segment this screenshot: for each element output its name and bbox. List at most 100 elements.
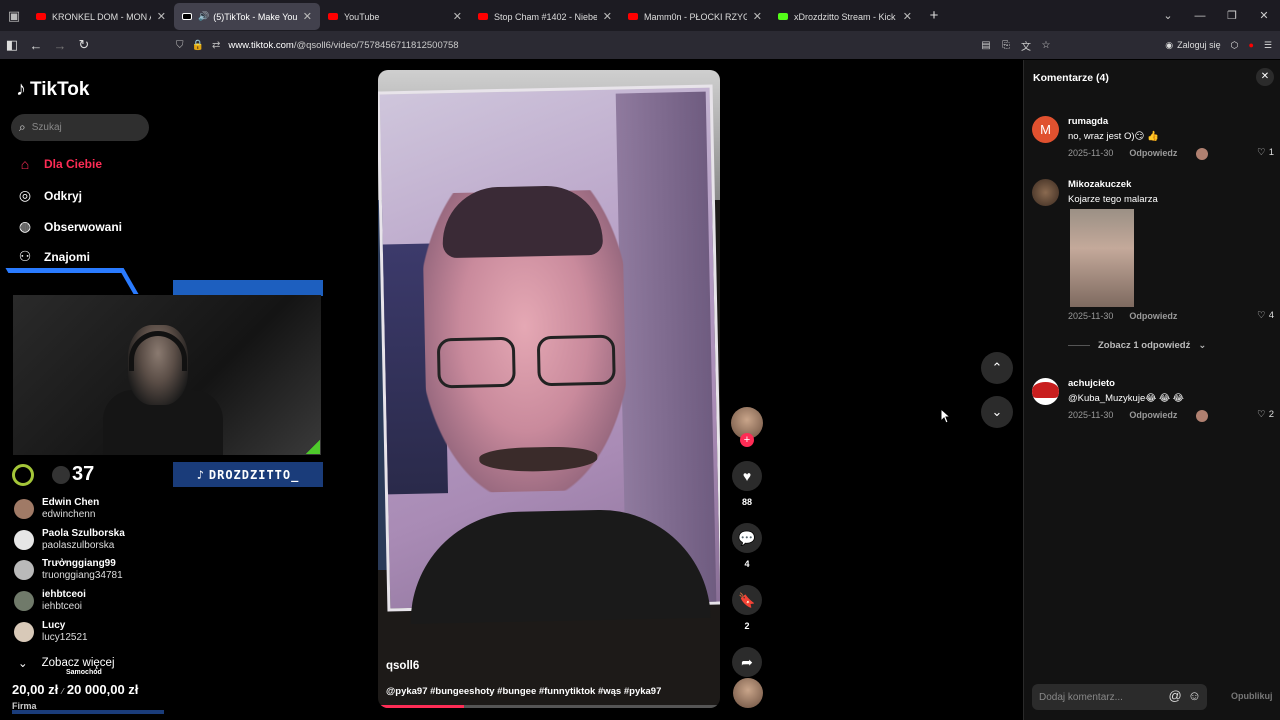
reply-button[interactable]: Odpowiedz	[1129, 410, 1177, 420]
creator-avatar[interactable]: +	[731, 407, 763, 447]
back-icon[interactable]: ←	[24, 38, 48, 53]
comment-username[interactable]: achujcieto	[1068, 378, 1115, 389]
following-item[interactable]: Lucy lucy12521	[14, 620, 88, 644]
browser-tab[interactable]: Stop Cham #1402 - Niebez ✕	[470, 3, 620, 30]
lock-icon[interactable]: 🔒	[192, 40, 204, 51]
close-tab-icon[interactable]: ✕	[453, 10, 462, 23]
reply-button[interactable]: Odpowiedz	[1129, 311, 1177, 321]
extensions-icon[interactable]: ⬡	[1231, 40, 1239, 51]
browser-tab[interactable]: xDrozdzitto Stream - Kick Dash ✕	[770, 3, 920, 30]
avatar[interactable]	[1032, 179, 1059, 206]
new-tab-button[interactable]: +	[920, 7, 948, 24]
video-actions: + ♥ 88 💬 4 🔖 2 ➦ 3	[731, 407, 763, 693]
following-item[interactable]: Paola Szulborska paolaszulborska	[14, 528, 125, 552]
reader-view-icon[interactable]: ▤	[976, 40, 996, 51]
following-name: iehbtceoi	[42, 589, 86, 600]
sidebar-item-for-you[interactable]: ⌂ Dla Ciebie	[16, 156, 102, 172]
permissions-icon[interactable]: ⇄	[212, 40, 220, 51]
video-frame-portrait	[378, 84, 720, 624]
avatar[interactable]	[1032, 378, 1059, 405]
see-more-button[interactable]: ⌄ Zobacz więcej	[18, 656, 115, 670]
close-window-icon[interactable]: ✕	[1248, 9, 1280, 22]
comment-like-button[interactable]: ♡ 2	[1257, 409, 1274, 420]
account-icon: ◉	[1165, 39, 1174, 50]
sidebar-item-friends[interactable]: ⚇ Znajomi	[16, 248, 90, 265]
reply-button[interactable]: Odpowiedz	[1129, 148, 1177, 158]
browser-tab[interactable]: KRONKEL DOM - MON AMI - Y ✕	[28, 3, 174, 30]
reload-icon[interactable]: ↻	[72, 37, 96, 53]
comment-like-button[interactable]: ♡ 4	[1257, 310, 1274, 321]
url-host: www.tiktok.com	[228, 39, 294, 51]
chevron-down-icon: ⌄	[18, 658, 28, 670]
previous-video-button[interactable]: ⌃	[981, 352, 1013, 384]
close-tab-icon[interactable]: ✕	[303, 10, 312, 23]
browser-tab[interactable]: Mamm0n - PŁOCKI RZYGOŁAJ | ✕	[620, 3, 770, 30]
replies-divider	[1068, 345, 1090, 346]
mention-icon[interactable]: @	[1169, 688, 1182, 703]
comment-image[interactable]	[1070, 209, 1134, 307]
add-comment-input[interactable]: Dodaj komentarz... @ ☺	[1032, 684, 1207, 710]
share-arrow-icon: ➦	[732, 647, 762, 677]
following-handle: iehbtceoi	[42, 601, 83, 612]
video-author[interactable]: qsoll6	[386, 660, 419, 672]
comment-meta: 2025-11-30 Odpowiedz	[1068, 410, 1177, 420]
see-replies-button[interactable]: Zobacz 1 odpowiedź ⌄	[1068, 340, 1206, 351]
sidebar-item-following[interactable]: ◍ Obserwowani	[16, 218, 122, 235]
forward-icon[interactable]: →	[48, 38, 72, 53]
browser-tab-active[interactable]: 🔊 (5)TikTok - Make Your Day ✕	[174, 3, 320, 30]
video-caption[interactable]: @pyka97 #bungeeshoty #bungee #funnytikto…	[386, 686, 661, 697]
next-video-button[interactable]: ⌄	[981, 396, 1013, 428]
search-icon: ⌕	[19, 120, 26, 134]
overlay-stats: 37	[12, 463, 94, 486]
minimize-icon[interactable]: —	[1184, 10, 1216, 22]
music-disc-avatar[interactable]	[733, 678, 763, 708]
sidebar-toggle-icon[interactable]: ◧	[0, 37, 24, 53]
creator-liked-icon	[1196, 148, 1208, 160]
sidebar-item-explore[interactable]: ◎ Odkryj	[16, 187, 82, 204]
comment-button[interactable]: 💬 4	[731, 523, 763, 569]
follow-plus-icon[interactable]: +	[740, 433, 754, 447]
save-button[interactable]: 🔖 2	[731, 585, 763, 631]
comment-meta: 2025-11-30 Odpowiedz	[1068, 311, 1177, 321]
close-tab-icon[interactable]: ✕	[903, 10, 912, 23]
maximize-icon[interactable]: ❐	[1216, 9, 1248, 22]
following-item[interactable]: Edwin Chen edwinchenn	[14, 497, 99, 521]
comment-username[interactable]: rumagda	[1068, 116, 1108, 127]
avatar	[14, 591, 34, 611]
avatar[interactable]: M	[1032, 116, 1059, 143]
video-player[interactable]: qsoll6 @pyka97 #bungeeshoty #bungee #fun…	[378, 70, 720, 708]
overlay-frame-blue	[173, 280, 323, 296]
comment-like-count: 2	[1268, 409, 1274, 420]
following-name: Edwin Chen	[42, 497, 100, 508]
translate-icon[interactable]: 文	[1016, 38, 1036, 53]
sidebar-item-label: Odkryj	[44, 188, 83, 203]
like-button[interactable]: ♥ 88	[731, 461, 763, 507]
list-tabs-icon[interactable]: ⌄	[1152, 9, 1184, 22]
comment-like-button[interactable]: ♡ 1	[1257, 147, 1274, 158]
close-comments-button[interactable]: ✕	[1256, 68, 1274, 86]
youtube-favicon-icon	[36, 13, 46, 20]
menu-icon[interactable]: ☰	[1264, 40, 1272, 51]
comment-username[interactable]: Mikozakuczek	[1068, 179, 1131, 190]
browser-tab[interactable]: YouTube ✕	[320, 3, 470, 30]
following-item[interactable]: Trưởnggiang99 truonggiang34781	[14, 558, 123, 582]
publish-button[interactable]: Opublikuj	[1231, 691, 1273, 701]
close-tab-icon[interactable]: ✕	[753, 10, 762, 23]
video-progress-bar[interactable]	[378, 705, 720, 708]
tab-overview-icon[interactable]: ▣	[0, 0, 28, 31]
close-tab-icon[interactable]: ✕	[157, 10, 166, 23]
tiktok-logo[interactable]: ♪ TikTok	[16, 78, 89, 101]
search-input[interactable]: ⌕ Szukaj	[11, 114, 149, 141]
screenshot-icon[interactable]: ⎘	[996, 40, 1016, 51]
youtube-extension-icon[interactable]: ●	[1248, 40, 1253, 50]
url-bar[interactable]: ⛉ 🔒 ⇄ www.tiktok.com /@qsoll6/video/7578…	[176, 34, 1056, 56]
home-icon: ⌂	[20, 156, 30, 172]
shield-icon[interactable]: ⛉	[176, 40, 184, 51]
sign-in-button[interactable]: ◉ Zaloguj się	[1165, 40, 1220, 51]
bookmark-star-icon[interactable]: ☆	[1036, 40, 1056, 51]
tiktok-note-icon: ♪	[16, 78, 26, 100]
following-item[interactable]: iehbtceoi iehbtceoi	[14, 589, 86, 613]
emoji-icon[interactable]: ☺	[1188, 688, 1201, 703]
speaker-icon[interactable]: 🔊	[198, 11, 209, 22]
close-tab-icon[interactable]: ✕	[603, 10, 612, 23]
